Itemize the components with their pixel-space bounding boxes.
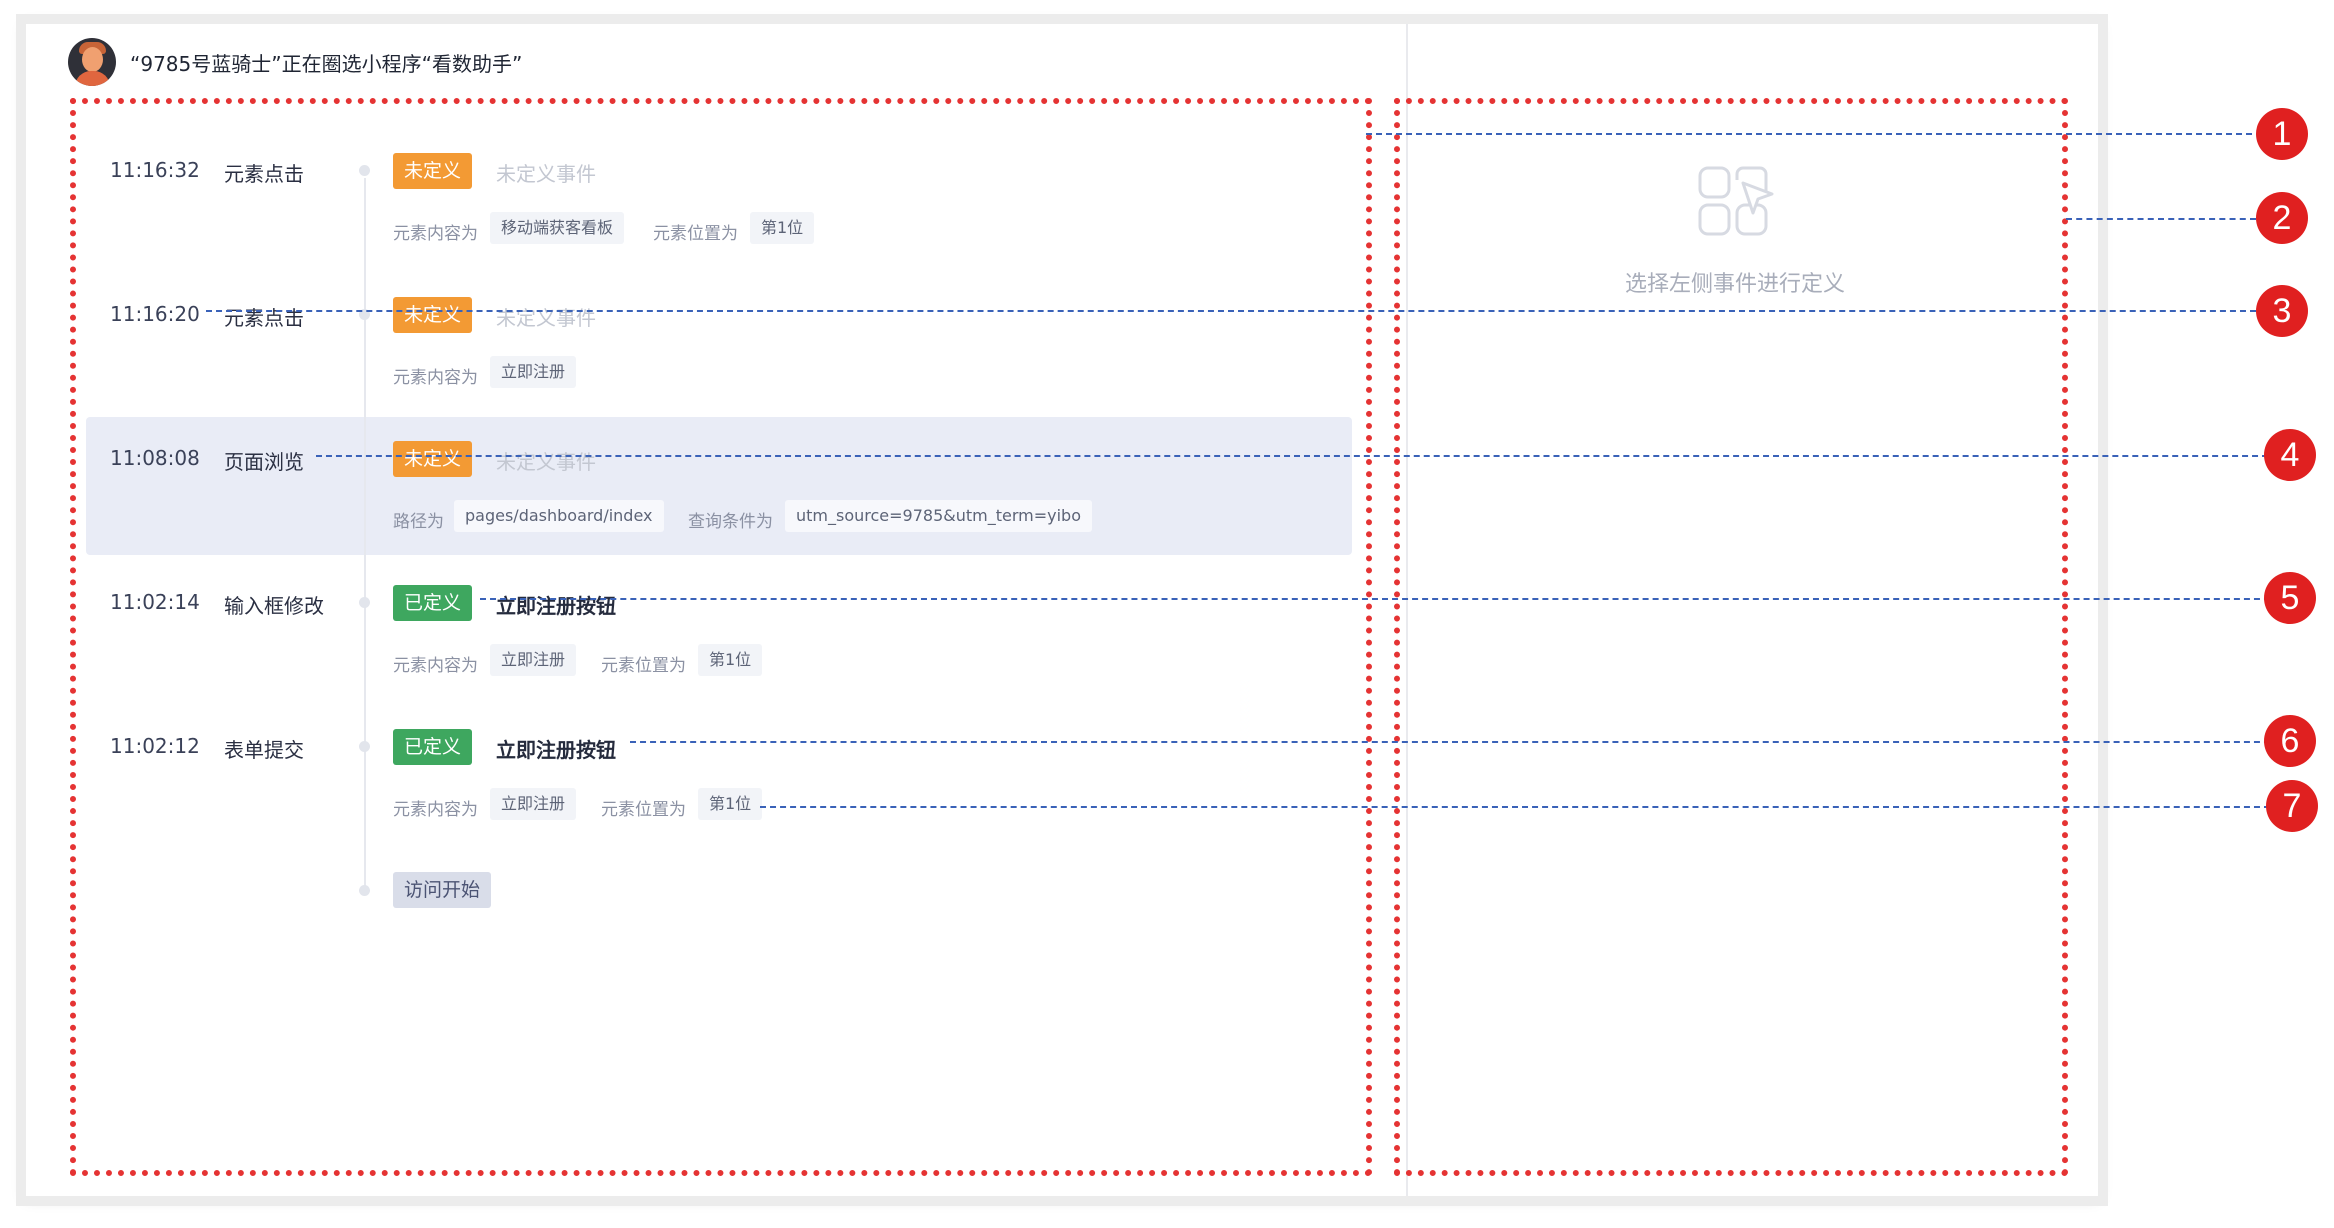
leader-line-2 (2066, 218, 2256, 220)
right-panel-annotation-box (1394, 98, 2068, 1176)
annotation-badge-3: 3 (2256, 285, 2308, 337)
annotation-badge-7: 7 (2266, 780, 2318, 832)
header: “9785号蓝骑士”正在圈选小程序“看数助手” (68, 38, 522, 86)
annotation-badge-1: 1 (2256, 108, 2308, 160)
annotation-badge-2: 2 (2256, 192, 2308, 244)
left-panel-annotation-box (70, 98, 1372, 1176)
leader-line-6 (630, 741, 2280, 743)
annotation-badge-4: 4 (2264, 429, 2316, 481)
leader-line-5 (480, 598, 2280, 600)
page-title: “9785号蓝骑士”正在圈选小程序“看数助手” (130, 51, 523, 76)
avatar (68, 38, 116, 86)
leader-line-3 (206, 310, 2256, 312)
annotation-badge-5: 5 (2264, 572, 2316, 624)
leader-line-4 (316, 455, 2278, 457)
annotation-badge-6: 6 (2264, 715, 2316, 767)
leader-line-1 (1366, 133, 2252, 135)
leader-line-7 (760, 806, 2270, 808)
